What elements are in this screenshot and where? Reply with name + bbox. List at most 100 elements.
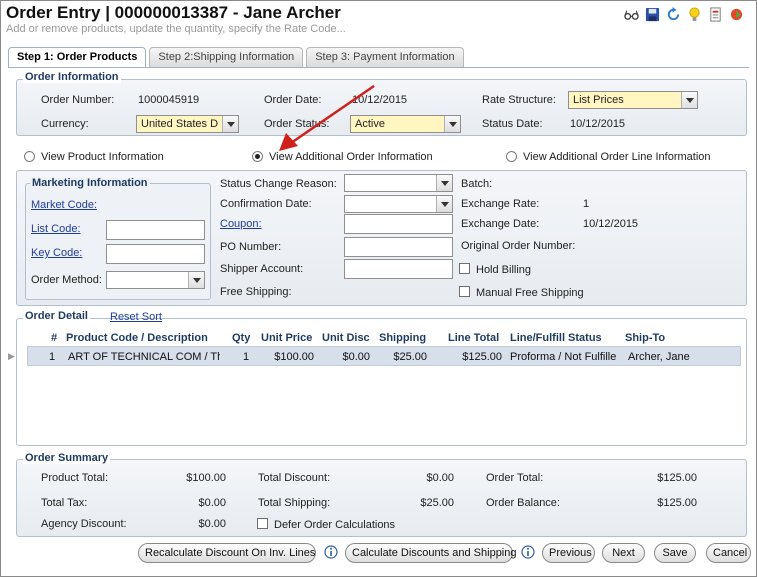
row-ship-to: Archer, Jane <box>628 351 690 363</box>
column-header-number[interactable]: # <box>51 332 57 344</box>
order-detail-legend: Order Detail <box>23 310 90 322</box>
order-number-value: 1000045919 <box>138 94 200 106</box>
view-product-radio[interactable] <box>24 151 35 162</box>
row-product: ART OF TECHNICAL COM / Th <box>68 351 220 363</box>
chevron-down-icon[interactable] <box>188 272 204 288</box>
save-button[interactable]: Save <box>654 543 696 563</box>
tab-payment-information[interactable]: Step 3: Payment Information <box>306 47 464 67</box>
row-unit-price: $100.00 <box>274 351 314 363</box>
reset-sort-link[interactable]: Reset Sort <box>110 311 162 323</box>
total-tax-label: Total Tax: <box>41 497 88 509</box>
exchange-rate-label: Exchange Rate: <box>461 198 540 210</box>
chevron-down-icon[interactable] <box>436 196 452 212</box>
rate-structure-select[interactable]: List Prices <box>568 91 698 109</box>
table-row[interactable]: ▶ 1 ART OF TECHNICAL COM / Th 1 $100.00 … <box>8 346 741 366</box>
exchange-date-label: Exchange Date: <box>461 218 540 230</box>
row-expand-icon[interactable]: ▶ <box>8 351 15 362</box>
rate-structure-label: Rate Structure: <box>482 94 556 106</box>
exchange-date-value: 10/12/2015 <box>583 218 639 230</box>
page-title: Order Entry | 000000013387 - Jane Archer <box>6 3 341 22</box>
order-summary-legend: Order Summary <box>23 452 111 464</box>
view-additional-line-radio[interactable] <box>506 151 517 162</box>
order-method-label: Order Method: <box>31 274 102 286</box>
manual-free-shipping-checkbox[interactable] <box>459 286 470 297</box>
view-product-label[interactable]: View Product Information <box>41 151 164 163</box>
recalculate-discount-button[interactable]: Recalculate Discount On Inv. Lines <box>138 543 316 563</box>
confirmation-date-label: Confirmation Date: <box>220 198 312 210</box>
column-header-ship-to[interactable]: Ship-To <box>625 332 665 344</box>
order-method-select[interactable] <box>106 271 205 289</box>
status-change-reason-select[interactable] <box>344 174 453 192</box>
order-balance-label: Order Balance: <box>486 497 560 509</box>
refresh-icon[interactable] <box>665 6 681 22</box>
status-date-value: 10/12/2015 <box>570 118 626 130</box>
info-icon[interactable] <box>521 545 535 559</box>
row-line-total: $125.00 <box>462 351 502 363</box>
column-header-unit-price[interactable]: Unit Price <box>261 332 312 344</box>
coupon-link[interactable]: Coupon: <box>220 218 262 230</box>
next-button[interactable]: Next <box>602 543 645 563</box>
manual-free-shipping-label[interactable]: Manual Free Shipping <box>476 287 584 299</box>
column-header-product[interactable]: Product Code / Description <box>66 332 208 344</box>
red-arrow-annotation <box>279 84 375 151</box>
product-total-value: $100.00 <box>186 472 226 484</box>
confirmation-date-select[interactable] <box>344 195 453 213</box>
step-tabs: Step 1: Order Products Step 2:Shipping I… <box>8 47 464 68</box>
coupon-input[interactable] <box>344 214 453 234</box>
hold-billing-checkbox[interactable] <box>459 263 470 274</box>
glasses-icon[interactable] <box>623 6 639 22</box>
product-total-label: Product Total: <box>41 472 109 484</box>
chevron-down-icon[interactable] <box>444 116 460 132</box>
previous-button[interactable]: Previous <box>542 543 595 563</box>
list-code-link[interactable]: List Code: <box>31 223 81 235</box>
list-code-input[interactable] <box>106 220 205 240</box>
batch-label: Batch: <box>461 178 493 190</box>
view-additional-line-label[interactable]: View Additional Order Line Information <box>523 151 711 163</box>
total-discount-label: Total Discount: <box>258 472 331 484</box>
save-icon[interactable] <box>644 6 660 22</box>
shipper-account-input[interactable] <box>344 259 453 279</box>
row-number: 1 <box>49 351 56 363</box>
view-additional-order-radio[interactable] <box>252 151 263 162</box>
shipper-account-label: Shipper Account: <box>220 263 304 275</box>
tab-shipping-information[interactable]: Step 2:Shipping Information <box>149 47 304 67</box>
column-header-shipping[interactable]: Shipping <box>379 332 426 344</box>
page-subtitle: Add or remove products, update the quant… <box>6 23 346 35</box>
status-date-label: Status Date: <box>482 118 543 130</box>
lightbulb-icon[interactable] <box>686 6 702 22</box>
report-icon[interactable] <box>707 6 723 22</box>
total-shipping-label: Total Shipping: <box>258 497 331 509</box>
marketing-information-legend: Marketing Information <box>30 177 150 189</box>
key-code-input[interactable] <box>106 244 205 264</box>
key-code-link[interactable]: Key Code: <box>31 247 82 259</box>
info-icon[interactable] <box>324 545 338 559</box>
total-tax-value: $0.00 <box>198 497 226 509</box>
market-code-link[interactable]: Market Code: <box>31 199 97 211</box>
defer-order-calculations-checkbox[interactable] <box>257 518 268 529</box>
po-number-label: PO Number: <box>220 241 282 253</box>
column-header-status[interactable]: Line/Fulfill Status <box>510 332 602 344</box>
defer-order-calculations-label[interactable]: Defer Order Calculations <box>274 519 395 531</box>
tab-order-products[interactable]: Step 1: Order Products <box>8 47 147 68</box>
cancel-button[interactable]: Cancel <box>706 543 751 563</box>
currency-label: Currency: <box>41 118 89 130</box>
po-number-input[interactable] <box>344 237 453 257</box>
order-total-label: Order Total: <box>486 472 544 484</box>
chevron-down-icon[interactable] <box>681 92 697 108</box>
currency-select[interactable]: United States D <box>136 115 239 133</box>
calculate-discounts-shipping-button[interactable]: Calculate Discounts and Shipping <box>345 543 517 563</box>
agency-discount-label: Agency Discount: <box>41 518 127 530</box>
column-header-qty[interactable]: Qty <box>232 332 250 344</box>
free-shipping-label: Free Shipping: <box>220 286 292 298</box>
tab-divider <box>8 67 749 68</box>
column-header-unit-disc[interactable]: Unit Disc <box>322 332 370 344</box>
column-header-line-total[interactable]: Line Total <box>448 332 499 344</box>
chevron-down-icon[interactable] <box>222 116 238 132</box>
chevron-down-icon[interactable] <box>436 175 452 191</box>
order-number-label: Order Number: <box>41 94 115 106</box>
status-change-reason-label: Status Change Reason: <box>220 178 337 190</box>
row-unit-disc: $0.00 <box>342 351 370 363</box>
currency-value: United States D <box>141 118 219 130</box>
alert-icon[interactable] <box>728 6 744 22</box>
hold-billing-label[interactable]: Hold Billing <box>476 264 531 276</box>
